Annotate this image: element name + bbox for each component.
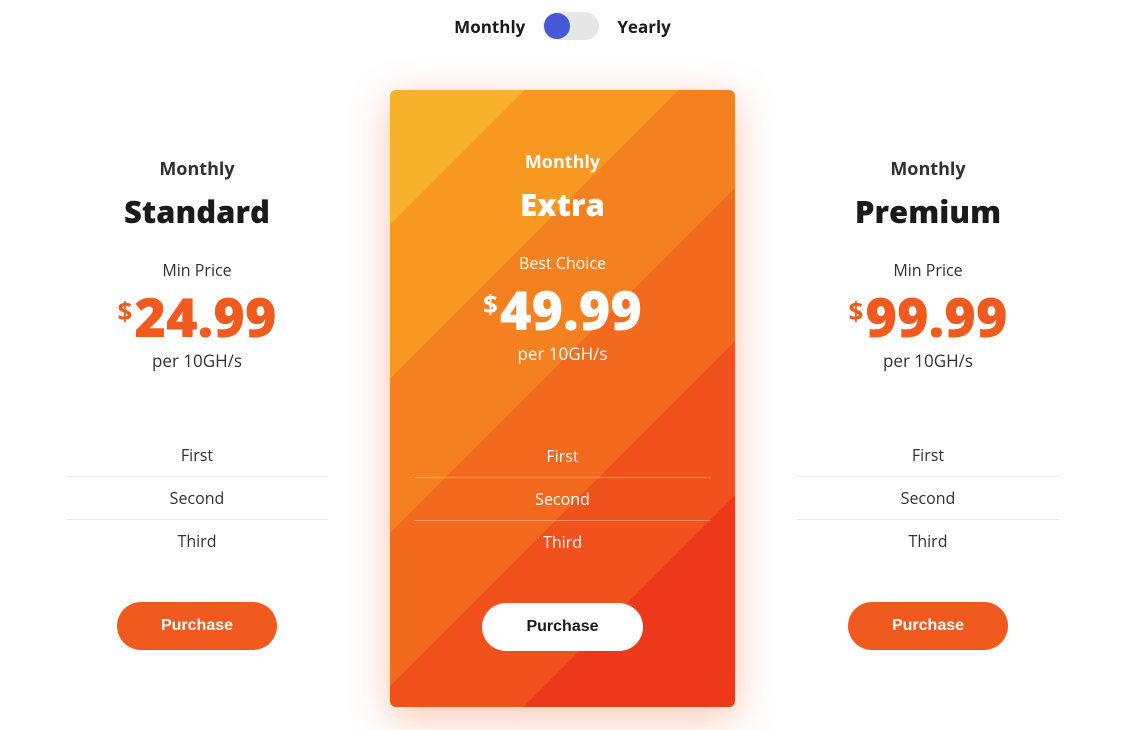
- feature-item: First: [66, 434, 328, 477]
- price-line: $ 49.99: [483, 282, 642, 336]
- price-unit: per 10GH/s: [797, 349, 1059, 372]
- plan-name: Standard: [66, 191, 328, 233]
- feature-item: Second: [414, 478, 711, 521]
- plan-period: Monthly: [66, 157, 328, 181]
- plan-name: Extra: [414, 184, 711, 226]
- purchase-button[interactable]: Purchase: [117, 602, 277, 650]
- plan-subtitle: Min Price: [797, 259, 1059, 281]
- price-unit: per 10GH/s: [66, 349, 328, 372]
- plan-period: Monthly: [797, 157, 1059, 181]
- purchase-button[interactable]: Purchase: [482, 603, 642, 651]
- feature-item: First: [797, 434, 1059, 477]
- currency-symbol: $: [117, 293, 132, 329]
- currency-symbol: $: [848, 293, 863, 329]
- price-value: 24.99: [134, 289, 276, 343]
- toggle-label-yearly[interactable]: Yearly: [617, 15, 671, 38]
- plan-subtitle: Best Choice: [414, 252, 711, 274]
- feature-item: Third: [797, 520, 1059, 562]
- pricing-row: Monthly Standard Min Price $ 24.99 per 1…: [0, 90, 1125, 707]
- feature-list: First Second Third: [797, 434, 1059, 562]
- feature-item: Second: [797, 477, 1059, 520]
- plan-name: Premium: [797, 191, 1059, 233]
- billing-toggle-row: Monthly Yearly: [0, 12, 1125, 40]
- plan-period: Monthly: [414, 150, 711, 174]
- price-line: $ 99.99: [848, 289, 1007, 343]
- price-unit: per 10GH/s: [414, 342, 711, 365]
- toggle-label-monthly[interactable]: Monthly: [454, 15, 525, 38]
- feature-item: First: [414, 435, 711, 478]
- price-value: 99.99: [865, 289, 1007, 343]
- plan-subtitle: Min Price: [66, 259, 328, 281]
- toggle-thumb-icon: [544, 13, 570, 39]
- feature-item: Third: [414, 521, 711, 563]
- feature-list: First Second Third: [66, 434, 328, 562]
- feature-item: Second: [66, 477, 328, 520]
- billing-toggle[interactable]: [543, 12, 599, 40]
- purchase-button[interactable]: Purchase: [848, 602, 1008, 650]
- feature-list: First Second Third: [414, 435, 711, 563]
- price-line: $ 24.99: [117, 289, 276, 343]
- currency-symbol: $: [483, 286, 498, 322]
- price-value: 49.99: [500, 282, 642, 336]
- pricing-card-standard: Monthly Standard Min Price $ 24.99 per 1…: [42, 107, 352, 690]
- pricing-card-extra: Monthly Extra Best Choice $ 49.99 per 10…: [390, 90, 735, 707]
- pricing-card-premium: Monthly Premium Min Price $ 99.99 per 10…: [773, 107, 1083, 690]
- feature-item: Third: [66, 520, 328, 562]
